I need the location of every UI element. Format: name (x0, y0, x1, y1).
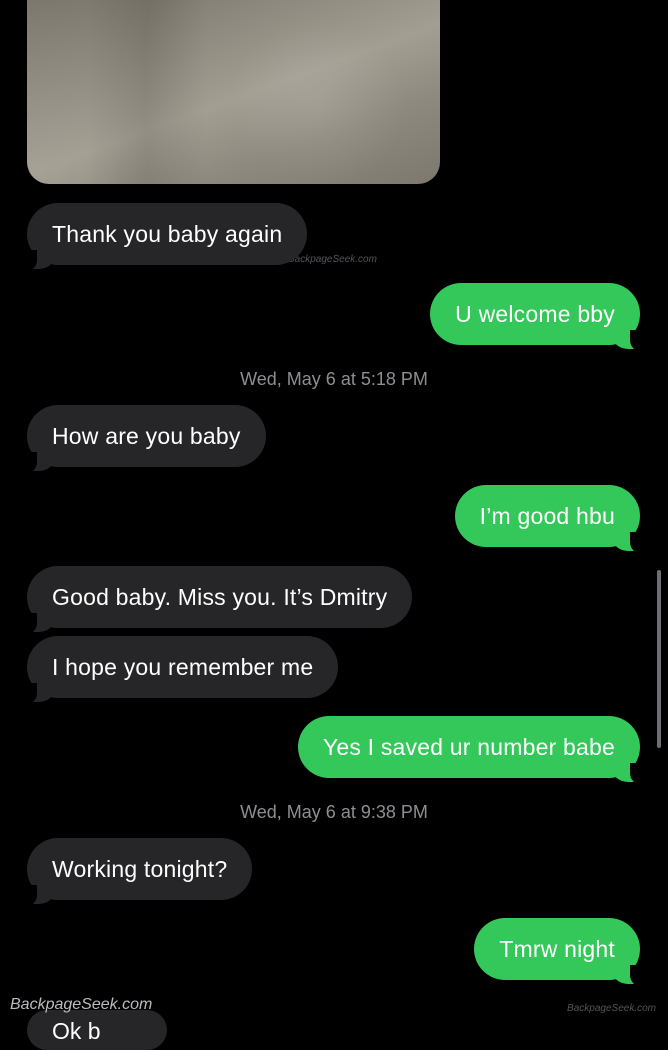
watermark: BackpageSeek.com (567, 1003, 656, 1014)
timestamp-divider: Wed, May 6 at 5:18 PM (0, 369, 668, 390)
message-bubble-outgoing[interactable]: I’m good hbu (454, 485, 649, 554)
message-text: Tmrw night (499, 935, 615, 962)
message-bubble-outgoing[interactable]: U welcome bby (430, 283, 648, 352)
message-text: Good baby. Miss you. It’s Dmitry (52, 583, 388, 610)
timestamp-day: Wed, May 6 (240, 369, 336, 389)
message-text: How are you baby (52, 422, 241, 449)
message-text: I’m good hbu (479, 502, 615, 529)
message-bubble-incoming[interactable]: Good baby. Miss you. It’s Dmitry (18, 566, 413, 635)
message-text: Yes I saved ur number babe (322, 733, 615, 760)
message-bubble-outgoing[interactable]: Tmrw night (474, 918, 648, 987)
message-text: Thank you baby again (52, 220, 283, 247)
scrollbar[interactable] (657, 570, 661, 748)
timestamp-divider: Wed, May 6 at 9:38 PM (0, 802, 668, 823)
message-bubble-incoming[interactable]: Working tonight? (18, 838, 253, 907)
watermark: BackpageSeek.com (10, 996, 153, 1013)
message-bubble-incoming-partial[interactable]: Ok b (27, 1010, 167, 1050)
message-bubble-incoming[interactable]: How are you baby (19, 405, 266, 474)
message-bubble-incoming[interactable]: I hope you remember me (18, 636, 339, 705)
timestamp-time: 9:38 PM (360, 802, 428, 822)
image-attachment[interactable] (27, 0, 440, 184)
timestamp-sep: at (335, 369, 361, 389)
message-text: I hope you remember me (52, 653, 314, 680)
timestamp-day: Wed, May 6 (240, 802, 336, 822)
watermark: BackpageSeek.com (288, 254, 377, 265)
timestamp-sep: at (335, 802, 361, 822)
timestamp-time: 5:18 PM (360, 369, 428, 389)
message-bubble-incoming[interactable]: Thank you baby again (18, 203, 308, 272)
message-text: U welcome bby (455, 300, 615, 327)
message-bubble-outgoing[interactable]: Yes I saved ur number babe (297, 716, 649, 785)
message-text: Working tonight? (52, 855, 228, 882)
message-text: Ok b (52, 1018, 101, 1044)
